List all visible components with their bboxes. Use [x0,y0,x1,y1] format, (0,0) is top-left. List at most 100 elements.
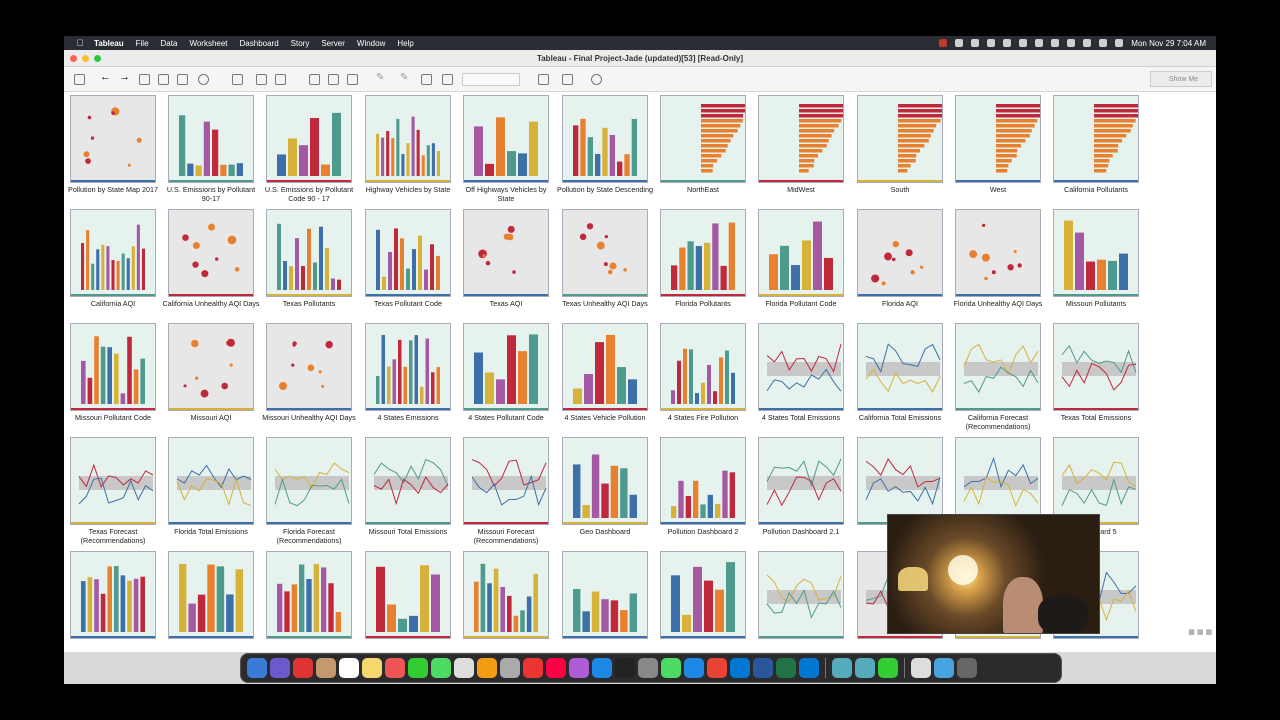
tableau-logo-icon[interactable] [74,74,85,85]
sheet-preview[interactable] [168,437,254,525]
sheet-thumbnail[interactable] [556,551,654,641]
sheet-thumbnail[interactable]: Texas Unhealthy AQI Days [556,209,654,308]
record-icon[interactable] [939,39,948,47]
sheet-preview[interactable] [365,551,451,639]
sheet-thumbnail[interactable]: California Unhealthy AQI Days [162,209,260,308]
dock-app-icon[interactable] [523,658,543,678]
sheet-preview[interactable] [955,209,1041,297]
sheet-thumbnail[interactable] [64,551,162,641]
sheet-preview[interactable] [660,95,746,183]
sheet-preview[interactable] [70,551,156,639]
menu-app-name[interactable]: Tableau [94,39,124,48]
sheet-preview[interactable] [266,323,352,411]
sheet-thumbnail[interactable] [260,551,358,641]
sheet-preview[interactable] [857,323,943,411]
sheet-thumbnail[interactable] [752,551,850,641]
sheet-thumbnail[interactable]: 4 States Emissions [359,323,457,422]
new-sheet-icon[interactable] [232,74,243,85]
sheet-preview[interactable] [70,437,156,525]
view-toggle-icons[interactable]: ▦ ▦ ▦ [1188,628,1212,636]
dock-app-icon[interactable] [911,658,931,678]
sheet-thumbnail[interactable]: California Total Emissions [851,323,949,422]
dock-app-icon[interactable] [316,658,336,678]
sheet-thumbnail[interactable]: Missouri Unhealthy AQI Days [260,323,358,422]
sheet-preview[interactable] [463,323,549,411]
sheet-thumbnail[interactable]: Missouri AQI [162,323,260,422]
sheet-thumbnail[interactable]: Florida Pollutant Code [752,209,850,308]
sort-asc-icon[interactable] [328,74,339,85]
sheet-thumbnail[interactable]: 4 States Vehicle Pollution [556,323,654,422]
dock-app-icon[interactable] [592,658,612,678]
sheet-preview[interactable] [266,209,352,297]
sheet-thumbnail[interactable]: Missouri Total Emissions [359,437,457,536]
sheet-preview[interactable] [365,209,451,297]
sheet-preview[interactable] [168,551,254,639]
sheet-thumbnail[interactable]: Texas Forecast (Recommendations) [64,437,162,545]
new-datasource-icon[interactable] [158,74,169,85]
pause-updates-icon[interactable] [177,74,188,85]
dock-app-icon[interactable] [934,658,954,678]
sheet-thumbnail[interactable]: Florida Pollutants [654,209,752,308]
dock-app-icon[interactable] [878,658,898,678]
status-icon[interactable] [971,39,980,47]
sheet-thumbnail[interactable] [162,551,260,641]
save-icon[interactable] [139,74,150,85]
sheet-preview[interactable] [1053,323,1139,411]
sheet-thumbnail[interactable] [654,551,752,641]
sheet-thumbnail[interactable] [359,551,457,641]
dock-app-icon[interactable] [707,658,727,678]
clear-icon[interactable] [275,74,286,85]
sort-desc-icon[interactable] [347,74,358,85]
dock-app-icon[interactable] [855,658,875,678]
apple-icon[interactable]:  [72,38,88,48]
sheet-thumbnail[interactable]: Pollution by State Descending [556,95,654,194]
sheet-preview[interactable] [365,95,451,183]
sheet-thumbnail[interactable]: Florida Forecast (Recommendations) [260,437,358,545]
sheet-preview[interactable] [758,95,844,183]
sheet-preview[interactable] [758,323,844,411]
menu-story[interactable]: Story [291,39,310,48]
sheet-thumbnail[interactable]: Geo Dashboard [556,437,654,536]
sheet-preview[interactable] [562,551,648,639]
sheet-thumbnail[interactable]: Pollution Dashboard 2.1 [752,437,850,536]
status-icon[interactable] [1019,39,1028,47]
dock-app-icon[interactable] [408,658,428,678]
sheet-thumbnail[interactable]: Texas AQI [457,209,555,308]
sheet-preview[interactable] [857,95,943,183]
sheet-preview[interactable] [168,209,254,297]
sheet-preview[interactable] [562,323,648,411]
sheet-preview[interactable] [562,437,648,525]
sheet-preview[interactable] [660,437,746,525]
dock-app-icon[interactable] [293,658,313,678]
highlight-icon[interactable]: ✎ [376,72,387,83]
dock-app-icon[interactable] [546,658,566,678]
dock-app-icon[interactable] [957,658,977,678]
sheet-thumbnail[interactable]: U.S. Emissions by Pollutant Code 90 - 17 [260,95,358,203]
sheet-preview[interactable] [758,551,844,639]
sheet-thumbnail[interactable]: 4 States Total Emissions [752,323,850,422]
sheet-thumbnail[interactable]: Pollution Dashboard 2 [654,437,752,536]
sheet-thumbnail[interactable]: MidWest [752,95,850,194]
sheet-thumbnail[interactable]: South [851,95,949,194]
wifi-icon[interactable] [1083,39,1092,47]
dock-app-icon[interactable] [477,658,497,678]
sheet-thumbnail[interactable]: Texas Total Emissions [1047,323,1145,422]
sheet-preview[interactable] [1053,209,1139,297]
sheet-preview[interactable] [168,95,254,183]
sheet-preview[interactable] [168,323,254,411]
back-icon[interactable]: ← [100,71,111,83]
sheet-thumbnail[interactable]: Florida Unhealthy AQI Days [949,209,1047,308]
sheet-thumbnail[interactable]: Off Highways Vehicles by State [457,95,555,203]
bluetooth-icon[interactable] [1067,39,1076,47]
dock-app-icon[interactable] [270,658,290,678]
labels-icon[interactable] [421,74,432,85]
fix-axes-icon[interactable] [442,74,453,85]
sheet-preview[interactable] [955,437,1041,525]
sheet-thumbnail[interactable]: California AQI [64,209,162,308]
duplicate-icon[interactable] [256,74,267,85]
menu-help[interactable]: Help [397,39,413,48]
sheet-thumbnail[interactable]: U.S. Emissions by Pollutant 90-17 [162,95,260,203]
sheet-preview[interactable] [857,437,943,525]
sheet-preview[interactable] [463,437,549,525]
status-icon[interactable] [1035,39,1044,47]
